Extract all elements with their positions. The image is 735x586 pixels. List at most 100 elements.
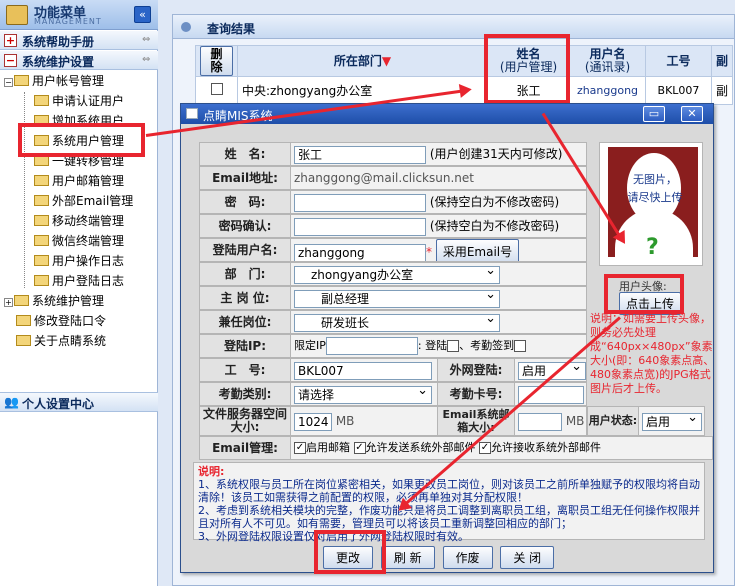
notes-line3: 3、外网登陆权限设置仅对启用了外网登陆权限时有效。 — [198, 530, 469, 543]
tree-item-label: 申请认证用户 — [52, 94, 125, 108]
tree-item-mailbox[interactable]: 用户邮箱管理 — [4, 171, 133, 191]
tree-item-add-user[interactable]: 增加系统用户 — [4, 111, 133, 131]
tree-item-apply-auth[interactable]: 申请认证用户 — [4, 91, 133, 111]
email-mgmt-cell: ✓ 启用邮箱 ✓ 允许发送系统外部邮件 ✓ 允许接收系统外部邮件 — [290, 436, 713, 460]
tree-item-about[interactable]: 关于点睛系统 — [4, 331, 133, 351]
minus-icon: − — [4, 54, 17, 67]
name-hint: (用户创建31天内可修改) — [429, 147, 563, 161]
folder-icon — [16, 315, 31, 326]
empno-header[interactable]: 工号 — [645, 45, 712, 77]
row-name: 姓 名: 张工 (用户创建31天内可修改) — [199, 142, 587, 166]
row-email: Email地址: zhanggong@mail.clicksun.net — [199, 166, 587, 190]
login-ip-input[interactable] — [325, 337, 418, 355]
login-name-input[interactable]: zhanggong — [294, 243, 426, 261]
att-card-label: 考勤卡号: — [437, 382, 515, 406]
tree-item-system-maintenance[interactable]: + 系统维护管理 — [4, 291, 133, 311]
att-type-select[interactable]: 请选择 — [294, 383, 432, 404]
tree-item-mobile[interactable]: 移动终端管理 — [4, 211, 133, 231]
tree-item-label: 增加系统用户 — [52, 114, 125, 128]
ip-login-checkbox[interactable] — [447, 340, 460, 352]
login-name-label: 登陆用户名: — [199, 238, 291, 262]
table-header-row: 删除 所在部门▼ 姓名 (用户管理) 用户名 (通讯录) 工号 副 — [195, 45, 734, 77]
name-header[interactable]: 姓名 (用户管理) — [487, 45, 570, 77]
empno-input[interactable]: BKL007 — [294, 361, 432, 380]
ip-prefix: 限定IP — [294, 339, 326, 352]
status-select[interactable]: 启用 — [642, 410, 702, 431]
close-button[interactable]: 关 闭 — [500, 546, 555, 569]
expand-toggle-icon[interactable]: ⇔ — [142, 55, 153, 66]
mail-size-input[interactable] — [518, 412, 562, 431]
restore-icon[interactable]: ▭ — [643, 106, 665, 122]
ip-attendance-checkbox[interactable] — [514, 340, 527, 352]
password-input[interactable] — [294, 193, 426, 212]
row-name[interactable]: 张工 — [487, 76, 570, 105]
tree-item-wechat[interactable]: 微信终端管理 — [4, 231, 133, 251]
avatar-photo: 无图片， 请尽快上传 ? — [599, 142, 703, 266]
user-icon: 👥 — [4, 395, 19, 409]
att-card-cell — [514, 382, 587, 406]
question-mark-icon: ? — [646, 235, 659, 260]
fs-size-input[interactable]: 1024 — [294, 412, 332, 431]
use-email-button[interactable]: 采用Email号 — [435, 239, 520, 261]
row-extra: 副 — [710, 76, 734, 105]
tree-item-user-management[interactable]: 系统用户管理 — [4, 131, 133, 151]
dialog-titlebar[interactable]: 点睛MIS系统 ▭ ✕ — [181, 104, 713, 124]
section-user-center[interactable]: 👥 个人设置中心 — [0, 392, 158, 412]
name-label: 姓 名: — [199, 142, 291, 166]
post-select[interactable]: 副总经理 — [294, 287, 500, 308]
tree-item-change-password[interactable]: 修改登陆口令 — [4, 311, 133, 331]
row-username[interactable]: zhanggong — [569, 76, 646, 105]
section-user-center-label: 个人设置中心 — [22, 397, 95, 411]
fs-size-unit: MB — [335, 414, 355, 428]
ext-login-label: 外网登陆: — [437, 358, 515, 382]
allow-receive-checkbox[interactable]: ✓ — [479, 442, 491, 454]
row-password: 密 码: (保持空白为不修改密码) — [199, 190, 587, 214]
dept-cell: zhongyang办公室 — [290, 262, 587, 286]
dept-header-label: 所在部门 — [333, 53, 382, 68]
name-cell: 张工 (用户创建31天内可修改) — [290, 142, 587, 166]
tree-item-external-email[interactable]: 外部Email管理 — [4, 191, 133, 211]
allow-send-checkbox[interactable]: ✓ — [353, 442, 366, 454]
expand-toggle-icon[interactable]: ⇔ — [142, 35, 153, 46]
dept-header[interactable]: 所在部门▼ — [237, 45, 488, 77]
post2-label: 兼任岗位: — [199, 310, 291, 334]
row-login-ip: 登陆IP: 限定IP: 登陆 、考勤签到 — [199, 334, 587, 358]
folder-icon — [34, 215, 49, 226]
close-icon[interactable]: ✕ — [681, 106, 703, 122]
delete-button[interactable]: 删除 — [200, 46, 233, 76]
section-maintenance-label: 系统维护设置 — [22, 55, 95, 69]
tree-item-user-accounts[interactable]: − 用户帐号管理 — [4, 71, 133, 91]
dept-select[interactable]: zhongyang办公室 — [294, 263, 500, 284]
collapse-node-icon[interactable]: − — [4, 78, 13, 87]
window-icon — [186, 108, 198, 119]
enable-mail-checkbox[interactable]: ✓ — [294, 442, 306, 454]
tree-item-op-log[interactable]: 用户操作日志 — [4, 251, 133, 271]
row-checkbox[interactable] — [210, 83, 223, 95]
sidebar: 功能菜单 MANAGEMENT « + 系统帮助手册 ⇔ − 系统维护设置 ⇔ … — [0, 0, 158, 586]
password-confirm-input[interactable] — [294, 217, 426, 236]
tree-item-label: 微信终端管理 — [52, 234, 125, 248]
row-empno: BKL007 — [645, 76, 712, 105]
void-button[interactable]: 作废 — [442, 546, 493, 569]
email-mgmt-label: Email管理: — [199, 436, 291, 460]
refresh-button[interactable]: 刷 新 — [380, 546, 435, 569]
post2-select[interactable]: 研发班长 — [294, 311, 500, 332]
section-maintenance[interactable]: − 系统维护设置 ⇔ — [0, 51, 158, 70]
tree-item-label: 外部Email管理 — [52, 194, 134, 208]
collapse-sidebar-icon[interactable]: « — [134, 6, 151, 23]
tree-item-label: 修改登陆口令 — [34, 314, 107, 328]
password-cell: (保持空白为不修改密码) — [290, 190, 587, 214]
ip-attendance-label: 、考勤签到 — [459, 339, 515, 352]
tree-item-label: 关于点睛系统 — [34, 334, 107, 348]
name-input[interactable]: 张工 — [294, 145, 426, 164]
expand-node-icon[interactable]: + — [4, 298, 13, 307]
tree-item-login-log[interactable]: 用户登陆日志 — [4, 271, 133, 291]
username-header-sub: (通讯录) — [584, 60, 631, 74]
section-help[interactable]: + 系统帮助手册 ⇔ — [0, 31, 158, 50]
username-header[interactable]: 用户名 (通讯录) — [569, 45, 646, 77]
password-confirm-cell: (保持空白为不修改密码) — [290, 214, 587, 238]
dialog-button-bar: 更改 刷 新 作废 关 闭 — [323, 546, 555, 569]
save-button[interactable]: 更改 — [323, 546, 374, 569]
tree-item-transfer[interactable]: 一键转移管理 — [4, 151, 133, 171]
row-checkbox-cell — [195, 76, 238, 105]
